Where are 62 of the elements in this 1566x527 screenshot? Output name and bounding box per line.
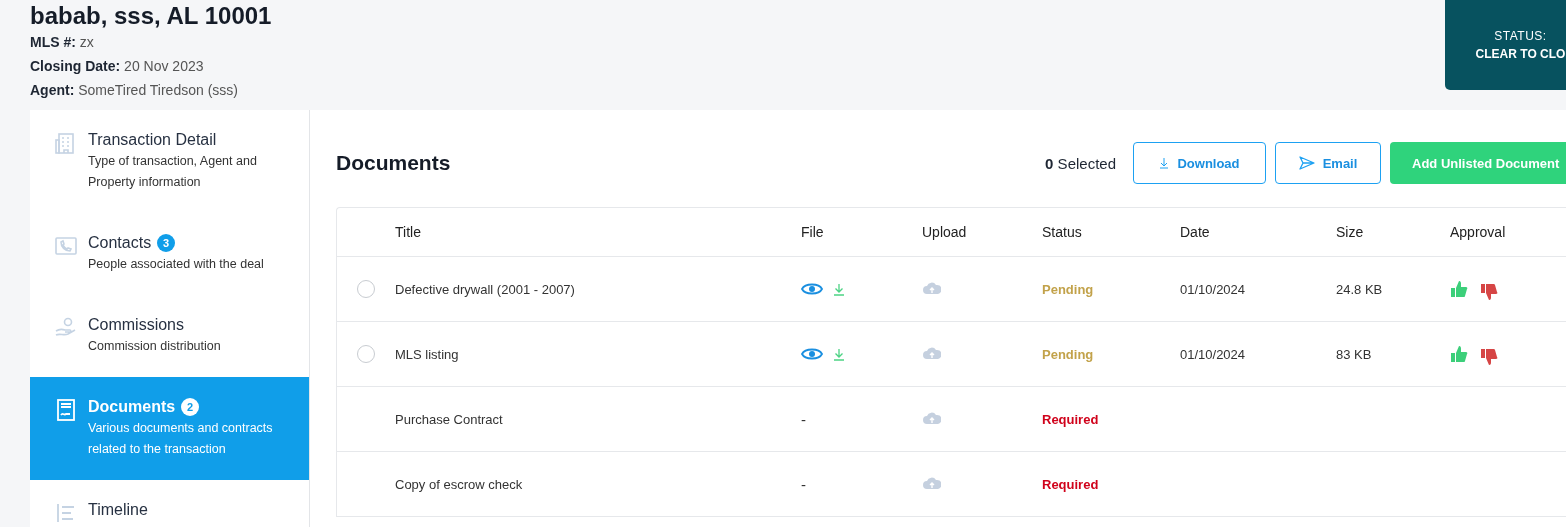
- thumbs-up-icon[interactable]: [1450, 279, 1470, 299]
- status-value: CLEAR TO CLO: [1475, 46, 1566, 63]
- row-radio[interactable]: [357, 345, 375, 363]
- column-header: File: [801, 224, 825, 240]
- download-icon[interactable]: [833, 347, 845, 361]
- phone-icon: [54, 234, 78, 258]
- download-icon[interactable]: [833, 282, 845, 296]
- date-text: 01/10/2024: [1180, 281, 1246, 297]
- document-title: Defective drywall (2001 - 2007): [395, 281, 576, 297]
- size-text: 24.8 KB: [1336, 281, 1383, 297]
- property-address: babab, sss, AL 10001: [30, 1, 272, 30]
- count-badge: 3: [157, 234, 176, 252]
- sidebar-item[interactable]: Contacts 3 People associated with the deal: [30, 213, 309, 295]
- sidebar-item[interactable]: Transaction Detail Type of transaction, Agent and Property information: [30, 110, 309, 213]
- upload-cloud-icon[interactable]: [922, 280, 941, 295]
- thumbs-up-icon[interactable]: [1450, 344, 1470, 364]
- document-title: MLS listing: [395, 346, 460, 362]
- no-file-text: -: [801, 410, 806, 428]
- sidebar-item-description: Various documents and contracts related to the transaction: [88, 420, 274, 458]
- status-text: Required: [1042, 476, 1099, 492]
- selected-count: 0 Selected: [1045, 154, 1116, 172]
- column-header: Date: [1180, 224, 1211, 240]
- property-field: Closing Date: 20 Nov 2023: [30, 54, 272, 78]
- no-file-text: -: [801, 475, 806, 493]
- download-icon: [1159, 157, 1170, 169]
- sidebar-item[interactable]: Timeline: [30, 480, 309, 527]
- count-badge: 2: [181, 398, 200, 416]
- status-text: Pending: [1042, 281, 1094, 297]
- sidebar-item[interactable]: Commissions Commission distribution: [30, 295, 309, 377]
- column-header: Size: [1336, 224, 1365, 240]
- document-icon: [54, 398, 78, 422]
- thumbs-down-icon[interactable]: [1480, 347, 1500, 367]
- sidebar-item-title: Transaction Detail: [88, 130, 217, 150]
- section-heading: Documents: [336, 151, 452, 175]
- sidebar-item-description: Type of transaction, Agent and Property information: [88, 153, 258, 191]
- sidebar-item-description: Commission distribution: [88, 338, 221, 355]
- sidebar-item-title: Commissions: [88, 315, 184, 335]
- column-header: Status: [1042, 224, 1083, 240]
- size-text: 83 KB: [1336, 346, 1372, 362]
- thumbs-down-icon[interactable]: [1480, 282, 1500, 302]
- status-text: Pending: [1042, 346, 1094, 362]
- upload-cloud-icon[interactable]: [922, 345, 941, 360]
- column-header: Title: [395, 224, 422, 240]
- document-title: Purchase Contract: [395, 411, 504, 427]
- view-icon[interactable]: [801, 282, 823, 296]
- send-icon: [1298, 156, 1315, 170]
- status-label: STATUS:: [1494, 28, 1547, 45]
- column-header: Approval: [1450, 224, 1507, 240]
- sidebar-item-title: Contacts: [88, 233, 152, 253]
- upload-cloud-icon[interactable]: [922, 410, 941, 425]
- column-header: Upload: [922, 224, 968, 240]
- view-icon[interactable]: [801, 347, 823, 361]
- document-title: Copy of escrow check: [395, 476, 524, 492]
- upload-cloud-icon[interactable]: [922, 475, 941, 490]
- property-field: MLS #: zx: [30, 30, 272, 54]
- row-radio[interactable]: [357, 280, 375, 298]
- status-text: Required: [1042, 411, 1099, 427]
- property-field: Agent: SomeTired Tiredson (sss): [30, 78, 272, 102]
- sidebar-item-title: Timeline: [88, 500, 148, 520]
- sidebar-item-description: People associated with the deal: [88, 256, 264, 273]
- date-text: 01/10/2024: [1180, 346, 1246, 362]
- sidebar-item-title: Documents: [88, 397, 176, 417]
